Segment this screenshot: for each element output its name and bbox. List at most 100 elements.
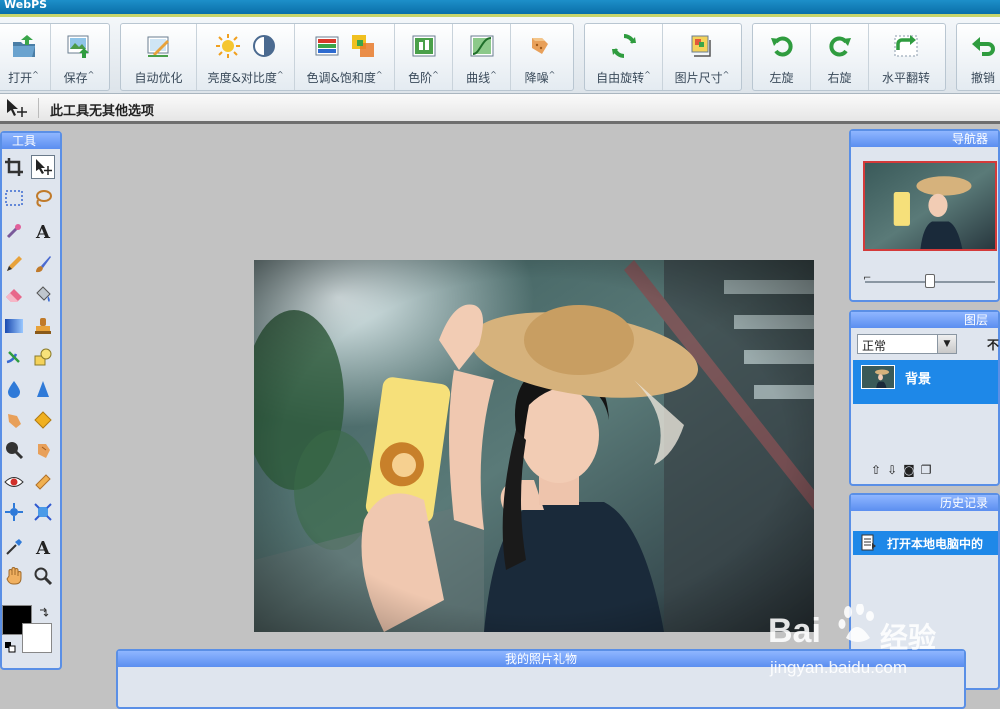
history-item[interactable]: 打开本地电脑中的 — [853, 531, 998, 555]
layer-item-background[interactable]: 背景 — [853, 360, 998, 404]
pencil-tool[interactable] — [2, 252, 26, 276]
hand-tool[interactable] — [2, 564, 26, 588]
image-size-icon — [691, 35, 711, 57]
blend-mode-select[interactable]: 正常 ▼ — [857, 334, 957, 354]
navigator-thumbnail[interactable] — [863, 161, 997, 251]
toolbar-group-edit: 撤销 — [956, 23, 1000, 91]
image-size-button[interactable]: 图片尺寸^ — [663, 24, 741, 90]
layer-thumbnail-image — [875, 369, 890, 388]
sponge-icon — [34, 411, 52, 429]
watermark-url: jingyan.baidu.com — [770, 658, 908, 677]
denoise-button[interactable]: 降噪^ — [511, 24, 569, 90]
shape-tool[interactable] — [31, 345, 55, 369]
eraser-icon — [6, 289, 22, 302]
save-button[interactable]: 保存^ — [51, 24, 107, 90]
background-color-swatch[interactable] — [22, 623, 52, 653]
auto-optimize-button[interactable]: 自动优化 — [121, 24, 197, 90]
blur-tool[interactable] — [2, 377, 26, 401]
auto-optimize-icon — [147, 36, 169, 57]
move-tool[interactable] — [31, 155, 55, 179]
layer-name: 背景 — [905, 372, 932, 387]
bandage-icon — [35, 474, 51, 490]
magic-wand-tool[interactable] — [2, 219, 26, 243]
levels-button[interactable]: 色阶^ — [395, 24, 453, 90]
healing-tool[interactable] — [2, 345, 26, 369]
chevron-down-icon: ▼ — [937, 335, 956, 353]
open-label: 打开 — [8, 71, 33, 85]
sponge-tool[interactable] — [31, 408, 55, 432]
burn-hand-icon — [38, 444, 50, 458]
zoom-slider-thumb[interactable] — [925, 274, 935, 288]
shape-icon — [34, 348, 52, 366]
crop-tool[interactable] — [2, 155, 26, 179]
contrast-icon — [252, 35, 275, 57]
hand-icon — [6, 567, 22, 585]
image-canvas[interactable] — [254, 260, 814, 632]
eraser-tool[interactable] — [2, 283, 26, 307]
history-item-label: 打开本地电脑中的 — [887, 537, 984, 551]
save-label: 保存 — [63, 71, 88, 85]
bloat-tool[interactable] — [31, 500, 55, 524]
denoise-arrow: ^ — [548, 70, 556, 79]
history-title: 历史记录 — [851, 495, 998, 511]
hue-saturation-label: 色调&饱和度 — [306, 71, 376, 85]
sharpen-cone-icon — [37, 381, 49, 397]
watermark-brand-cn: 经验 — [880, 621, 937, 654]
open-button[interactable]: 打开^ — [0, 24, 51, 90]
stamp-tool[interactable] — [31, 314, 55, 338]
pinch-tool[interactable] — [2, 500, 26, 524]
baidu-paw-icon — [838, 604, 874, 642]
stamp-icon — [35, 318, 51, 334]
rotate-left-button[interactable]: 左旋 — [753, 24, 811, 90]
default-colors-icon[interactable] — [4, 641, 16, 653]
eyedropper-tool[interactable] — [2, 535, 26, 559]
photo-preview — [254, 260, 814, 632]
red-eye-tool[interactable] — [2, 470, 26, 494]
brightness-contrast-button[interactable]: 亮度&对比度^ — [197, 24, 295, 90]
marquee-tool[interactable] — [2, 186, 26, 210]
undo-label: 撤销 — [970, 71, 995, 85]
text-tool[interactable]: A — [31, 219, 55, 243]
zoom-tool[interactable] — [2, 438, 26, 462]
brush-tool[interactable] — [31, 252, 55, 276]
layer-thumbnail — [861, 365, 895, 389]
app-title-bar: WebPS — [0, 0, 1000, 14]
svg-text:A: A — [35, 222, 51, 241]
undo-button[interactable]: 撤销 — [957, 24, 1000, 90]
layer-mask-icon[interactable]: ◙ — [903, 463, 915, 477]
zoom-out-icon[interactable]: ⌐ — [863, 273, 871, 284]
navigator-panel: 导航器 ⌐ — [849, 129, 1000, 302]
lasso-tool[interactable] — [31, 186, 55, 210]
toolbar-group-rotate: 左旋 右旋 水平翻转 — [752, 23, 946, 91]
save-arrow: ^ — [87, 70, 95, 79]
bloat-icon — [34, 503, 52, 521]
new-layer-icon[interactable]: ❐ — [921, 463, 932, 477]
flip-horizontal-button[interactable]: 水平翻转 — [869, 24, 943, 90]
free-rotate-button[interactable]: 自由旋转^ — [585, 24, 663, 90]
healing-icon — [6, 351, 20, 364]
paint-bucket-tool[interactable] — [31, 283, 55, 307]
bandage-tool[interactable] — [31, 470, 55, 494]
move-layer-up-icon[interactable]: ⇧ — [871, 463, 881, 477]
flip-horizontal-icon — [894, 35, 918, 57]
auto-optimize-label: 自动优化 — [134, 71, 183, 85]
pencil-icon — [7, 256, 22, 271]
levels-label: 色阶 — [408, 71, 433, 85]
curves-button[interactable]: 曲线^ — [453, 24, 511, 90]
rotate-left-label: 左旋 — [769, 71, 794, 85]
smudge-tool[interactable] — [2, 408, 26, 432]
text-tool-2[interactable]: A — [31, 535, 55, 559]
swap-colors-icon[interactable] — [38, 607, 50, 619]
move-layer-down-icon[interactable]: ⇩ — [887, 463, 897, 477]
hue-saturation-button[interactable]: 色调&饱和度^ — [295, 24, 395, 90]
tool-options-bar: 此工具无其他选项 — [0, 94, 1000, 124]
sharpen-tool[interactable] — [31, 377, 55, 401]
burn-tool[interactable] — [31, 438, 55, 462]
gradient-tool[interactable] — [2, 314, 26, 338]
marquee-icon — [5, 190, 23, 206]
rotate-right-button[interactable]: 右旋 — [811, 24, 869, 90]
hue-bars-icon — [315, 36, 338, 56]
red-eye-icon — [4, 477, 24, 487]
navigator-title: 导航器 — [851, 131, 998, 147]
zoom-tool-2[interactable] — [31, 564, 55, 588]
